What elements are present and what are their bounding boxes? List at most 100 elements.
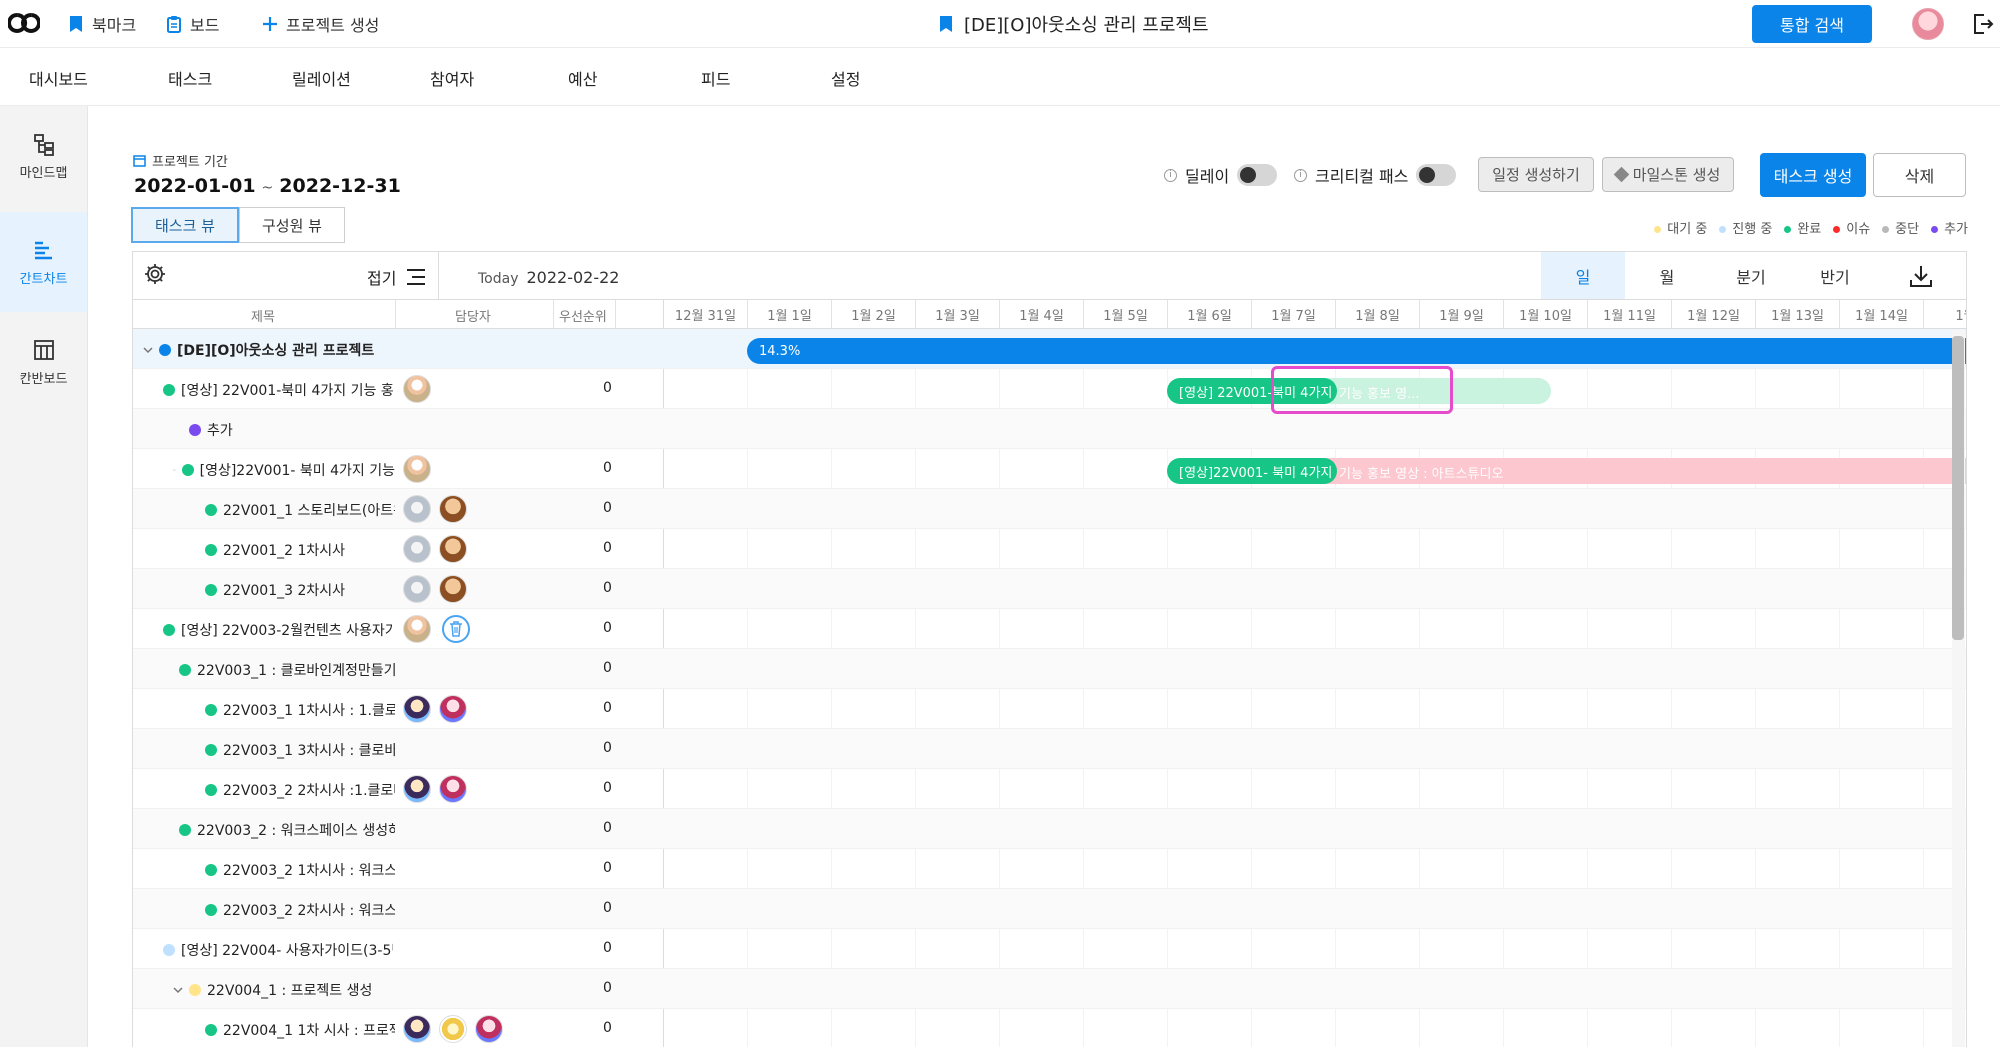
table-row[interactable]: 22V001_1 스토리보드(아트워 0 [133,489,1966,529]
table-row[interactable]: 22V003_2 2차시사 :1.클로바인 0 [133,769,1966,809]
nav-budget[interactable]: 예산 [568,66,597,90]
scale-tab-day[interactable]: 일 [1541,252,1625,299]
scale-tab-month[interactable]: 월 [1625,252,1709,299]
chevron-down-icon[interactable] [143,345,153,355]
avatar[interactable] [439,535,467,563]
rail-kanban[interactable]: 칸반보드 [0,312,87,412]
legend-issue: 이슈 [1833,218,1870,237]
delete-button[interactable]: 삭제 [1873,153,1966,197]
chevron-down-icon[interactable] [173,985,183,995]
nav-relation[interactable]: 릴레이션 [292,66,351,90]
app-logo-icon[interactable] [8,9,40,37]
project-title: [DE][O]아웃소싱 관리 프로젝트 [938,11,1209,37]
avatar[interactable] [403,535,431,563]
table-row[interactable]: 추가 [133,409,1966,449]
create-milestone-button[interactable]: 마일스톤 생성 [1602,157,1734,192]
delay-label: 딜레이 [1185,167,1230,186]
board-link[interactable]: 보드 [166,12,219,36]
trash-icon [450,621,462,637]
create-task-button[interactable]: 태스크 생성 [1760,153,1866,197]
table-row[interactable]: 22V003_1 : 클로바인계정만들기 0 [133,649,1966,689]
table-row[interactable]: 22V004_1 : 프로젝트 생성 0 [133,969,1966,1009]
critical-path-toggle[interactable] [1416,164,1457,186]
vertical-scrollbar[interactable] [1952,336,1964,640]
col-assignee: 담당자 [455,310,491,325]
avatar[interactable] [403,575,431,603]
date-header-cell: 1월 10일 [1503,300,1587,329]
scale-tab-quarter[interactable]: 분기 [1709,252,1793,299]
row-priority: 0 [603,580,612,596]
status-dot [163,384,175,396]
task-bar-label-overflow: 기능 홍보 영상 : 아트스튜디오 [1339,467,1504,482]
row-priority: 0 [603,820,612,836]
avatar[interactable] [439,495,467,523]
info-icon: i [1294,168,1307,182]
rail-gantt[interactable]: 간트차트 [0,212,87,312]
nav-feed[interactable]: 피드 [701,66,730,90]
delay-toggle[interactable] [1237,164,1278,186]
chevron-down-icon[interactable] [173,465,176,475]
info-icon: i [1164,168,1177,182]
avatar[interactable] [475,1015,503,1043]
status-dot [189,984,201,996]
date-header-cell: 1월 13일 [1755,300,1839,329]
status-dot [205,704,217,716]
avatar[interactable] [439,575,467,603]
status-dot [179,824,191,836]
avatar[interactable] [403,775,431,803]
avatar[interactable] [403,455,431,483]
diamond-icon [1613,166,1629,183]
rail-mindmap[interactable]: 마인드맵 [0,106,87,206]
row-priority: 0 [603,780,612,796]
avatar[interactable] [403,695,431,723]
download-icon[interactable] [1908,264,1934,288]
delete-task-button[interactable] [442,615,470,643]
table-row[interactable]: 22V003_1 3차시사 : 클로바인 0 [133,729,1966,769]
table-row[interactable]: [영상] 22V003-2월컨텐츠 사용자가 0 [133,609,1966,649]
tab-task-view[interactable]: 태스크 뷰 [131,207,239,243]
table-row[interactable]: 22V001_3 2차시사 0 [133,569,1966,609]
avatar[interactable] [439,775,467,803]
tab-member-view[interactable]: 구성원 뷰 [238,207,345,243]
avatar[interactable] [439,695,467,723]
avatar[interactable] [439,1015,467,1043]
table-row[interactable]: [영상] 22V004- 사용자가이드(3-5번 0 [133,929,1966,969]
today-label: Today [478,271,519,287]
task-bar[interactable]: [영상]22V001- 북미 4가지 [1167,458,1337,484]
avatar[interactable] [403,615,431,643]
scale-tab-half[interactable]: 반기 [1793,252,1877,299]
status-dot [205,544,217,556]
plus-icon [263,17,277,31]
rail-kanban-label: 칸반보드 [19,371,68,387]
table-row[interactable]: 22V004_1 1차 시사 : 프로젝트 0 [133,1009,1966,1047]
avatar[interactable] [403,495,431,523]
nav-task[interactable]: 태스크 [168,66,212,90]
table-row[interactable]: [영상] 22V001-북미 4가지 기능 홍 0 [133,369,1966,409]
create-project-link[interactable]: 프로젝트 생성 [262,12,379,36]
fold-button[interactable]: 접기 [367,265,426,289]
nav-participants[interactable]: 참여자 [430,66,474,90]
row-title: [영상]22V001- 북미 4가지 기능 [199,463,395,479]
table-row[interactable]: 22V003_2 2차시사 : 워크스페 0 [133,889,1966,929]
table-row[interactable]: 22V003_2 : 워크스페이스 생성하 0 [133,809,1966,849]
row-title: [영상] 22V004- 사용자가이드(3-5번 [181,943,393,959]
avatar[interactable] [403,1015,431,1043]
user-avatar[interactable] [1912,8,1944,40]
table-row[interactable]: 22V003_2 1차시사 : 워크스페 0 [133,849,1966,889]
nav-dashboard[interactable]: 대시보드 [29,66,88,90]
create-schedule-button[interactable]: 일정 생성하기 [1478,157,1594,192]
avatar[interactable] [403,375,431,403]
date-header-cell: 1월 6일 [1167,300,1251,329]
status-dot [181,464,194,476]
project-progress-bar[interactable]: 14.3% [747,338,1966,364]
unified-search-button[interactable]: 통합 검색 [1752,5,1872,43]
logout-icon[interactable] [1972,12,1994,36]
row-priority: 0 [603,860,612,876]
nav-settings[interactable]: 설정 [831,66,860,90]
table-row[interactable]: 22V003_1 1차시사 : 1.클로바 0 [133,689,1966,729]
bookmark-link[interactable]: 북마크 [68,12,136,36]
gear-icon[interactable] [143,262,167,286]
progress-label: 14.3% [759,343,801,359]
table-row[interactable]: 22V001_2 1차시사 0 [133,529,1966,569]
row-title: 22V001_2 1차시사 [223,543,346,559]
